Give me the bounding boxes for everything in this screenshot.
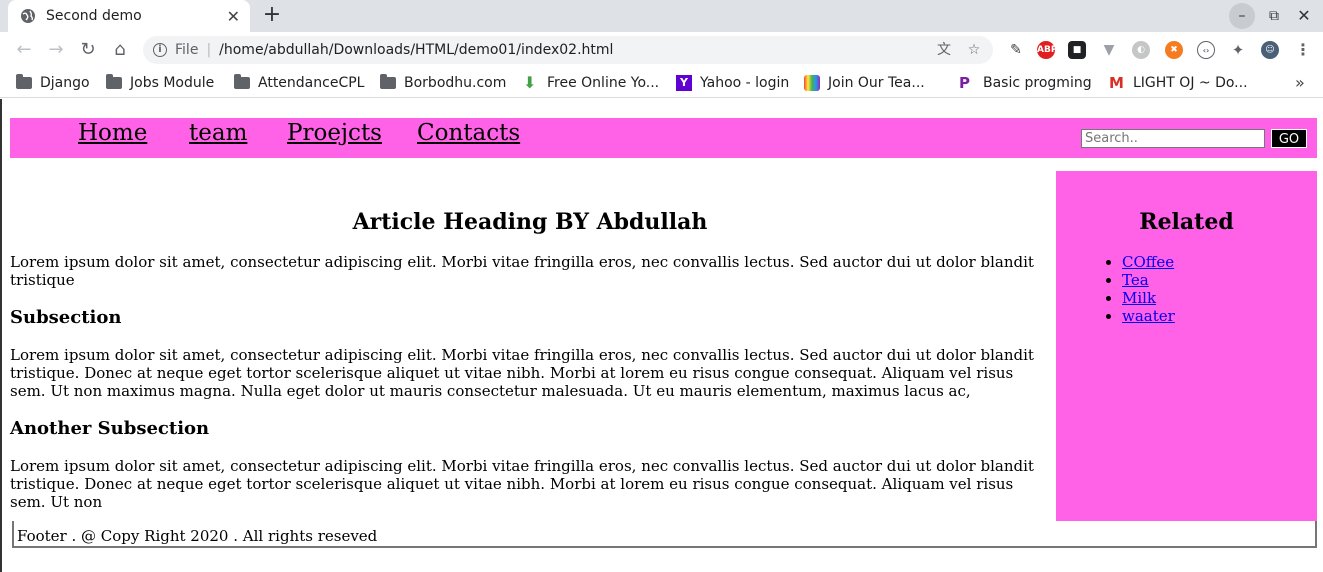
adblock-icon[interactable]: ABP [1037, 41, 1057, 59]
bookmark-label: Join Our Tea... [828, 75, 925, 91]
globe-icon [21, 9, 35, 23]
folder-icon [380, 74, 396, 89]
subsection-text: Lorem ipsum dolor sit amet, consectetur … [10, 346, 1034, 400]
list-item: waater [1122, 307, 1317, 325]
gmail-icon: M [1109, 74, 1124, 92]
nav-link-projects[interactable]: Proejcts [287, 120, 382, 146]
top-navigation: Home team Proejcts Contacts GO [10, 118, 1317, 158]
bookmark-label: Django [40, 75, 90, 91]
cube-extension-icon[interactable]: ■ [1068, 41, 1086, 59]
bookmark-free-online[interactable]: ⬇ Free Online Yo... [523, 73, 659, 93]
rainbow-icon [804, 75, 820, 91]
bookmark-label: Yahoo - login [700, 75, 790, 91]
tab-strip: Second demo ✕ + – ⧉ ✕ [0, 0, 1323, 32]
bookmark-django[interactable]: Django [16, 73, 90, 93]
subsection-heading: Subsection [10, 307, 122, 328]
more-bookmarks-chevron-icon[interactable]: » [1295, 73, 1305, 92]
grey-extension-icon[interactable]: ◐ [1132, 41, 1150, 59]
related-link-milk[interactable]: Milk [1122, 289, 1156, 307]
puzzle-extensions-icon[interactable]: ✦ [1229, 41, 1247, 59]
related-list: COffee Tea Milk waater [1056, 253, 1317, 325]
bookmark-yahoo[interactable]: Y Yahoo - login [676, 73, 789, 93]
bookmark-label: LIGHT OJ ~ Do... [1133, 75, 1248, 91]
article: Article Heading BY Abdullah Lorem ipsum … [10, 171, 1050, 511]
bookmark-label: Borbodhu.com [404, 75, 507, 91]
reload-icon[interactable]: ↻ [76, 38, 100, 62]
url-text[interactable]: /home/abdullah/Downloads/HTML/demo01/ind… [219, 42, 933, 58]
related-link-tea[interactable]: Tea [1122, 271, 1149, 289]
browser-toolbar: ← → ↻ ⌂ i File | /home/abdullah/Download… [0, 32, 1323, 68]
url-scheme: File [175, 42, 199, 58]
bookmark-label: AttendanceCPL [258, 75, 365, 91]
url-separator: | [206, 42, 212, 58]
nav-link-contacts[interactable]: Contacts [417, 120, 520, 146]
menu-kebab-icon[interactable]: ⋮ [1294, 41, 1312, 59]
site-info-icon[interactable]: i [153, 43, 167, 57]
related-heading: Related [1139, 209, 1234, 235]
bookmark-light-oj[interactable]: M LIGHT OJ ~ Do... [1109, 73, 1248, 93]
tab-close-icon[interactable]: ✕ [227, 7, 240, 26]
nav-link-team[interactable]: team [189, 120, 247, 146]
list-item: Tea [1122, 271, 1317, 289]
folder-icon [234, 74, 250, 89]
address-bar[interactable]: i File | /home/abdullah/Downloads/HTML/d… [143, 36, 993, 64]
tab-title: Second demo [46, 8, 142, 24]
list-item: Milk [1122, 289, 1317, 307]
yahoo-icon: Y [676, 75, 692, 91]
bookmark-join-our-team[interactable]: Join Our Tea... [804, 73, 925, 93]
nav-link-home[interactable]: Home [78, 120, 147, 146]
related-link-coffee[interactable]: COffee [1122, 253, 1174, 271]
another-subsection-text: Lorem ipsum dolor sit amet, consectetur … [10, 457, 1034, 511]
bookmark-star-icon[interactable]: ☆ [963, 39, 985, 61]
folder-icon [106, 74, 122, 89]
bookmark-label: Basic progming [983, 75, 1092, 91]
back-arrow-icon[interactable]: ← [12, 38, 36, 62]
search-input[interactable] [1081, 129, 1265, 148]
bookmarks-bar: Django Jobs Module AttendanceCPL Borbodh… [0, 68, 1323, 98]
related-link-water[interactable]: waater [1122, 307, 1175, 325]
orange-extension-icon[interactable]: ✖ [1165, 41, 1183, 59]
related-sidebar: Related COffee Tea Milk waater [1056, 171, 1317, 521]
restore-window-icon[interactable]: ⧉ [1263, 3, 1285, 29]
bookmark-jobs-module[interactable]: Jobs Module [106, 73, 214, 93]
bookmark-borbodhu[interactable]: Borbodhu.com [380, 73, 506, 93]
tab-second-demo[interactable]: Second demo ✕ [8, 0, 250, 32]
forward-arrow-icon[interactable]: → [44, 38, 68, 62]
close-window-icon[interactable]: ✕ [1293, 3, 1315, 29]
home-icon[interactable]: ⌂ [108, 38, 132, 62]
p-logo-icon: P [959, 74, 970, 92]
download-arrow-icon: ⬇ [523, 73, 537, 92]
article-intro: Lorem ipsum dolor sit amet, consectetur … [10, 253, 1034, 289]
list-item: COffee [1122, 253, 1317, 271]
profile-avatar-icon[interactable]: ☺ [1261, 41, 1279, 59]
new-tab-plus-icon[interactable]: + [260, 4, 284, 28]
web-page: Home team Proejcts Contacts GO Article H… [0, 99, 1323, 572]
bookmark-label: Free Online Yo... [547, 75, 660, 91]
go-button[interactable]: GO [1271, 129, 1307, 148]
translate-icon[interactable]: 文 [933, 39, 955, 61]
folder-icon [16, 74, 32, 89]
page-footer: Footer . @ Copy Right 2020 . All rights … [12, 521, 1317, 548]
article-heading: Article Heading BY Abdullah [352, 209, 708, 235]
eyedropper-icon[interactable]: ✎ [1007, 41, 1025, 59]
minimize-window-icon[interactable]: – [1229, 3, 1255, 29]
code-extension-icon[interactable]: ‹› [1197, 41, 1215, 59]
vue-extension-icon[interactable]: ▼ [1100, 41, 1118, 59]
another-subsection-heading: Another Subsection [10, 418, 210, 439]
bookmark-basic-progming[interactable]: P Basic progming [959, 73, 1092, 93]
bookmark-label: Jobs Module [130, 75, 215, 91]
bookmark-attendancecpl[interactable]: AttendanceCPL [234, 73, 364, 93]
